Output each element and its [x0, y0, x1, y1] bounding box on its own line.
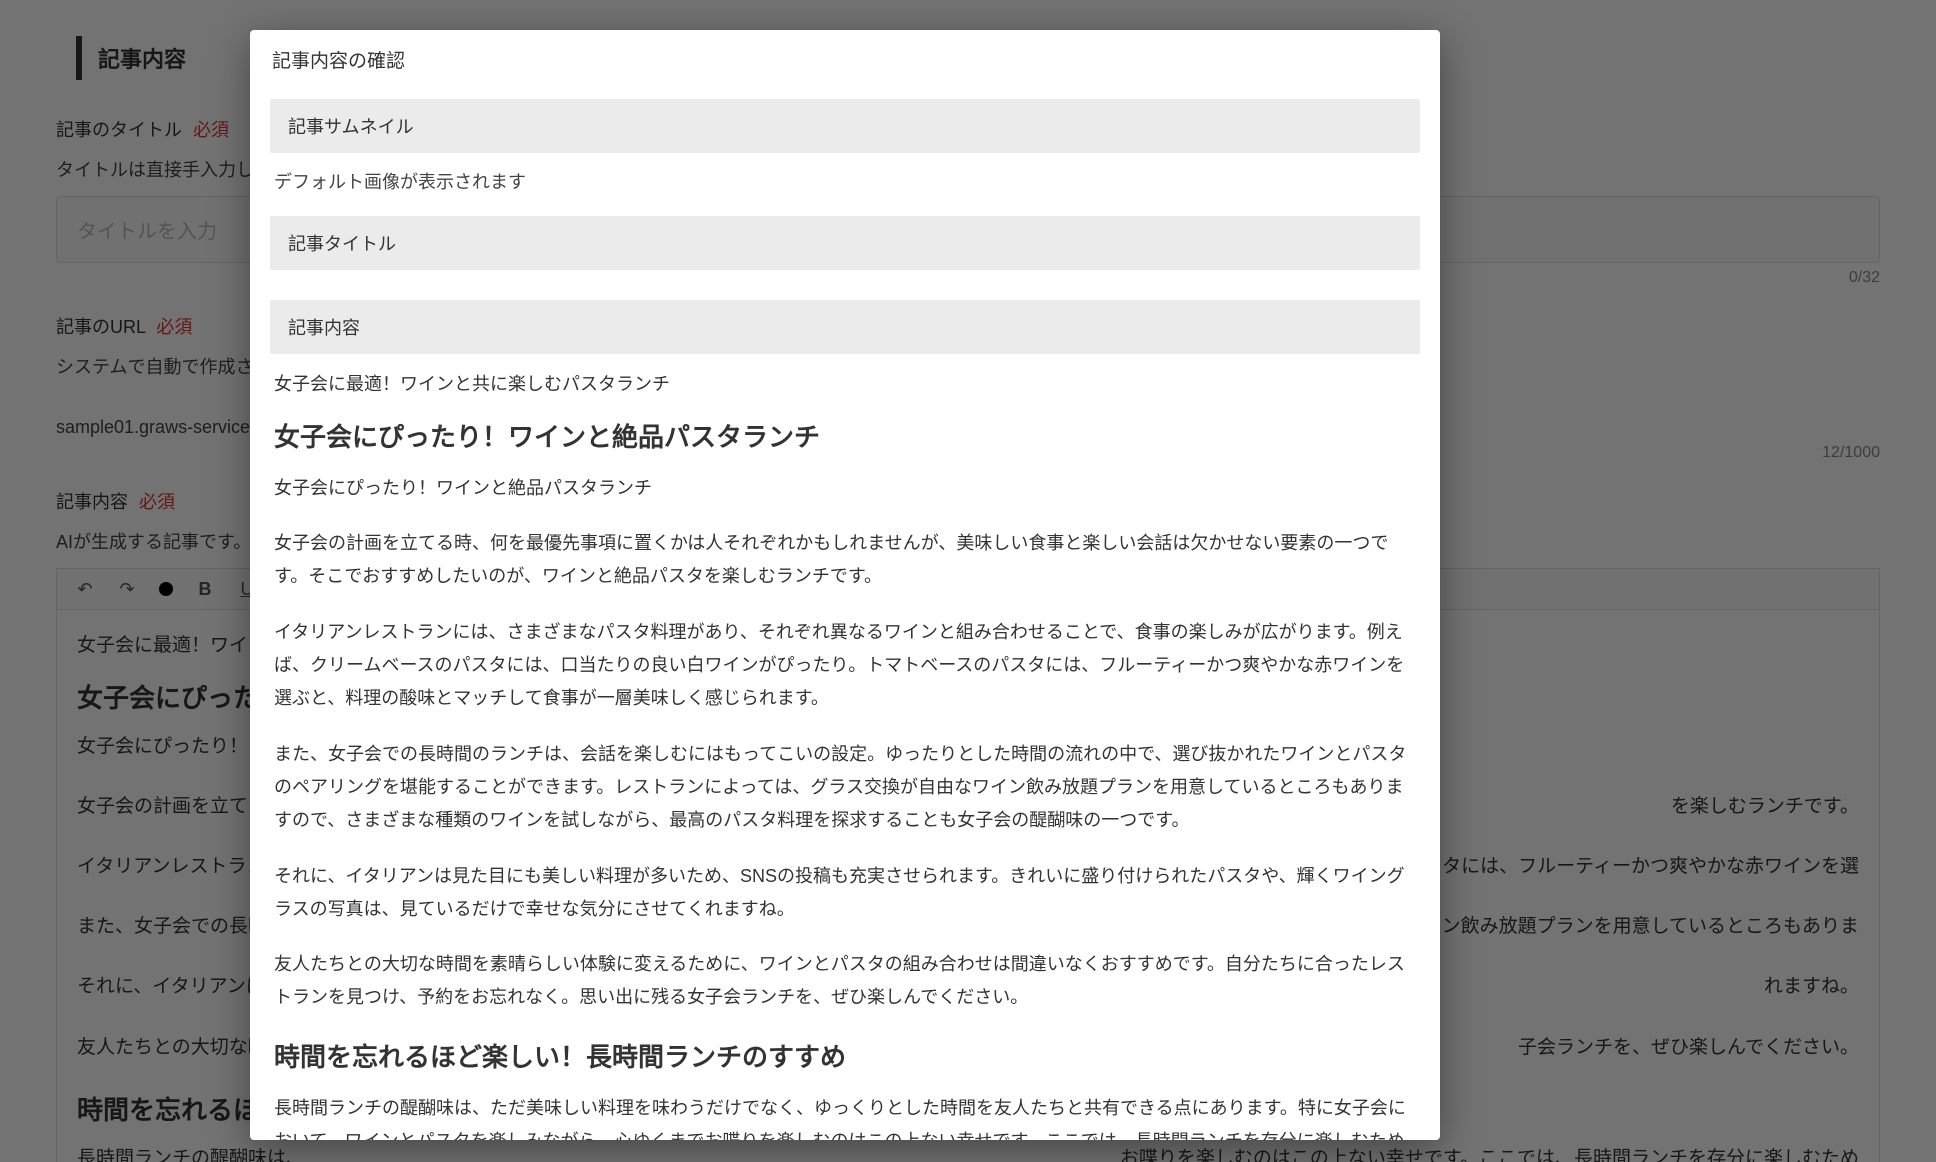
- section-title-label: 記事タイトル: [270, 216, 1420, 270]
- article-lead: 女子会に最適！ワインと共に楽しむパスタランチ: [274, 368, 1416, 401]
- section-thumbnail-label: 記事サムネイル: [270, 99, 1420, 153]
- article-body: 女子会に最適！ワインと共に楽しむパスタランチ 女子会にぴったり！ワインと絶品パス…: [270, 368, 1420, 1140]
- article-p0: 女子会にぴったり！ワインと絶品パスタランチ: [274, 472, 1416, 505]
- article-p3: また、女子会での長時間のランチは、会話を楽しむにはもってこいの設定。ゆったりとし…: [274, 738, 1416, 838]
- thumbnail-text: デフォルト画像が表示されます: [270, 167, 1420, 206]
- article-h2b: 時間を忘れるほど楽しい！長時間ランチのすすめ: [274, 1037, 1416, 1074]
- article-h2a: 女子会にぴったり！ワインと絶品パスタランチ: [274, 417, 1416, 454]
- section-content-label: 記事内容: [270, 300, 1420, 354]
- confirm-modal: 記事内容の確認 記事サムネイル デフォルト画像が表示されます 記事タイトル 記事…: [250, 30, 1440, 1140]
- article-p1: 女子会の計画を立てる時、何を最優先事項に置くかは人それぞれかもしれませんが、美味…: [274, 527, 1416, 594]
- article-p4: それに、イタリアンは見た目にも美しい料理が多いため、SNSの投稿も充実させられま…: [274, 860, 1416, 927]
- modal-header: 記事内容の確認: [250, 30, 1440, 89]
- article-p5: 友人たちとの大切な時間を素晴らしい体験に変えるために、ワインとパスタの組み合わせ…: [274, 948, 1416, 1015]
- article-p6: 長時間ランチの醍醐味は、ただ美味しい料理を味わうだけでなく、ゆっくりとした時間を…: [274, 1092, 1416, 1140]
- article-p2: イタリアンレストランには、さまざまなパスタ料理があり、それぞれ異なるワインと組み…: [274, 616, 1416, 716]
- modal-body[interactable]: 記事サムネイル デフォルト画像が表示されます 記事タイトル 記事内容 女子会に最…: [250, 89, 1440, 1140]
